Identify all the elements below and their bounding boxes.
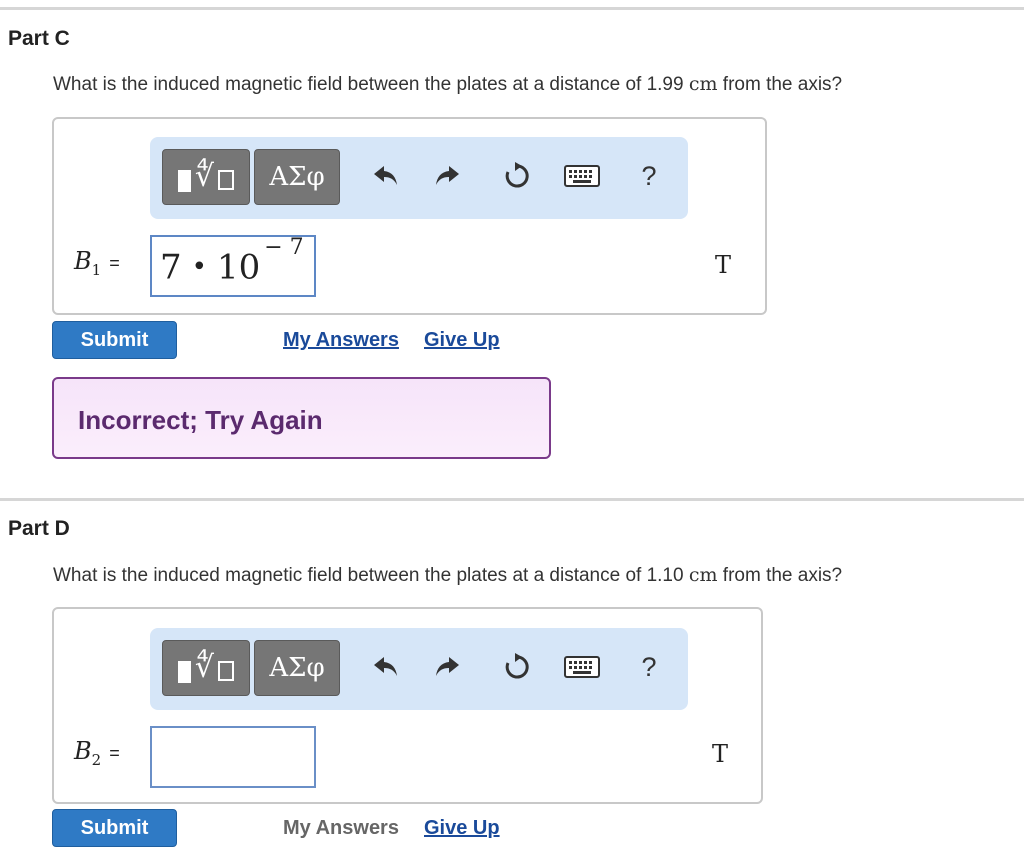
part-d-answer-input[interactable] bbox=[150, 726, 316, 788]
part-d-title: Part D bbox=[8, 517, 70, 540]
answer-value: 7 • 10− 7 bbox=[160, 235, 304, 288]
answer-base: 10 bbox=[216, 247, 261, 288]
part-d-answer-box: ∜ ΑΣφ ? B2 = T bbox=[52, 607, 763, 804]
equals-sign: = bbox=[109, 253, 120, 273]
help-icon[interactable]: ? bbox=[632, 159, 666, 193]
question-unit: cm bbox=[688, 73, 718, 95]
greek-icon[interactable]: ΑΣφ bbox=[254, 640, 340, 696]
part-d-give-up-link[interactable]: Give Up bbox=[424, 817, 500, 840]
keyboard-icon[interactable] bbox=[562, 159, 602, 193]
reset-icon[interactable] bbox=[500, 159, 534, 193]
question-text-end: from the axis? bbox=[717, 565, 843, 586]
equals-sign: = bbox=[109, 743, 120, 763]
part-c-my-answers-link[interactable]: My Answers bbox=[283, 329, 399, 352]
part-c-unit: T bbox=[714, 251, 731, 279]
part-c-title: Part C bbox=[8, 27, 70, 50]
undo-icon[interactable] bbox=[369, 159, 403, 193]
part-c-toolbar: ∜ ΑΣφ ? bbox=[150, 137, 688, 219]
template-icon[interactable]: ∜ bbox=[162, 640, 250, 696]
question-text: What is the induced magnetic field betwe… bbox=[53, 74, 689, 95]
part-c-submit-button[interactable]: Submit bbox=[52, 321, 177, 359]
redo-icon[interactable] bbox=[430, 650, 464, 684]
undo-icon[interactable] bbox=[369, 650, 403, 684]
top-divider bbox=[0, 7, 1024, 10]
help-icon[interactable]: ? bbox=[632, 650, 666, 684]
part-c-answer-input[interactable]: 7 • 10− 7 bbox=[150, 235, 316, 297]
part-c-answer-box: ∜ ΑΣφ ? B1 = 7 • 10− 7 T bbox=[52, 117, 767, 315]
part-c-feedback: Incorrect; Try Again bbox=[52, 377, 551, 459]
redo-icon[interactable] bbox=[430, 159, 464, 193]
variable-symbol: B bbox=[74, 247, 92, 275]
greek-icon[interactable]: ΑΣφ bbox=[254, 149, 340, 205]
variable-subscript: 1 bbox=[91, 260, 102, 279]
answer-mantissa: 7 bbox=[160, 247, 182, 288]
variable-symbol: B bbox=[74, 737, 92, 765]
question-text-end: from the axis? bbox=[717, 74, 843, 95]
question-text: What is the induced magnetic field betwe… bbox=[53, 565, 689, 586]
part-c-variable-label: B1 = bbox=[74, 247, 120, 279]
template-icon[interactable]: ∜ bbox=[162, 149, 250, 205]
answer-operator: • bbox=[191, 252, 207, 283]
reset-icon[interactable] bbox=[500, 650, 534, 684]
answer-exponent: − 7 bbox=[264, 235, 304, 260]
part-d-unit: T bbox=[711, 740, 728, 768]
question-unit: cm bbox=[688, 564, 718, 586]
part-d-my-answers-link: My Answers bbox=[283, 817, 399, 839]
keyboard-icon[interactable] bbox=[562, 650, 602, 684]
section-divider bbox=[0, 498, 1024, 501]
part-d-variable-label: B2 = bbox=[74, 737, 120, 769]
part-c-question: What is the induced magnetic field betwe… bbox=[53, 73, 842, 96]
part-c-give-up-link[interactable]: Give Up bbox=[424, 329, 500, 352]
part-d-submit-button[interactable]: Submit bbox=[52, 809, 177, 847]
variable-subscript: 2 bbox=[91, 750, 102, 769]
part-d-toolbar: ∜ ΑΣφ ? bbox=[150, 628, 688, 710]
part-d-question: What is the induced magnetic field betwe… bbox=[53, 564, 842, 587]
feedback-text: Incorrect; Try Again bbox=[78, 405, 323, 435]
